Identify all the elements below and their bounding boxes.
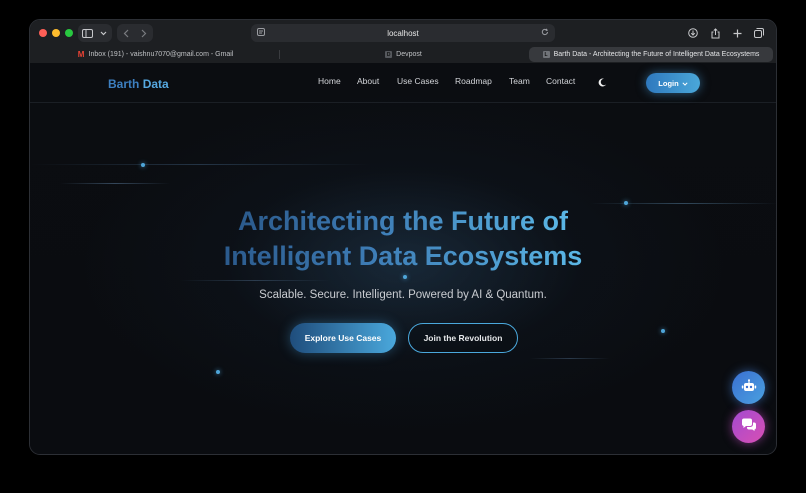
particle-dot bbox=[661, 329, 665, 333]
decor-line bbox=[530, 358, 610, 359]
chat-bubbles-icon bbox=[741, 418, 757, 435]
login-label: Login bbox=[658, 78, 679, 88]
tab-bar: M Inbox (191) - vaishnu7070@gmail.com - … bbox=[30, 46, 776, 63]
gmail-icon: M bbox=[77, 50, 85, 59]
toolbar-right bbox=[684, 24, 768, 42]
sidebar-icon[interactable] bbox=[78, 24, 96, 42]
nav-roadmap[interactable]: Roadmap bbox=[455, 76, 492, 86]
reload-icon[interactable] bbox=[541, 28, 549, 38]
chatbot-button[interactable] bbox=[732, 371, 765, 404]
devpost-icon: D bbox=[385, 51, 393, 58]
chevron-down-icon[interactable] bbox=[96, 24, 110, 42]
robot-icon bbox=[741, 379, 757, 396]
browser-window: localhost M Inbox (191) - vaishnu7070@gm… bbox=[29, 19, 777, 455]
history-nav-group bbox=[117, 24, 153, 42]
back-arrow-icon[interactable] bbox=[117, 24, 135, 42]
tab-label: Inbox (191) - vaishnu7070@gmail.com - Gm… bbox=[88, 51, 234, 58]
login-button[interactable]: Login bbox=[646, 73, 700, 93]
maximize-window-button[interactable] bbox=[65, 29, 73, 37]
minimize-window-button[interactable] bbox=[52, 29, 60, 37]
nav-team[interactable]: Team bbox=[509, 76, 530, 86]
forward-arrow-icon[interactable] bbox=[135, 24, 153, 42]
decor-line bbox=[180, 280, 330, 281]
hero-headline-line-2: Intelligent Data Ecosystems bbox=[223, 241, 583, 271]
hero-subtitle: Scalable. Secure. Intelligent. Powered b… bbox=[259, 289, 547, 301]
download-icon[interactable] bbox=[684, 24, 702, 42]
sidebar-toggle-group[interactable] bbox=[78, 24, 112, 42]
new-tab-plus-icon[interactable] bbox=[728, 24, 746, 42]
brand-name-primary: Barth bbox=[108, 77, 140, 91]
particle-dot bbox=[403, 275, 407, 279]
nav-use-cases[interactable]: Use Cases bbox=[397, 76, 439, 86]
tab-label: Devpost bbox=[396, 51, 422, 58]
barth-data-icon: L bbox=[542, 51, 550, 58]
share-icon[interactable] bbox=[706, 24, 724, 42]
explore-use-cases-button[interactable]: Explore Use Cases bbox=[290, 323, 396, 353]
brand-name-secondary: Data bbox=[142, 77, 169, 91]
address-text[interactable]: localhost bbox=[387, 29, 419, 38]
chat-button[interactable] bbox=[732, 410, 765, 443]
nav-home[interactable]: Home bbox=[318, 76, 341, 86]
tab-label: Barth Data - Architecting the Future of … bbox=[553, 51, 760, 58]
tab-devpost[interactable]: D Devpost bbox=[282, 47, 525, 62]
hero-headline-line-1: Architecting the Future of bbox=[238, 206, 568, 236]
join-revolution-button[interactable]: Join the Revolution bbox=[408, 323, 518, 353]
page-viewport: Barth Data Home About Use Cases Roadmap … bbox=[30, 63, 776, 454]
brand-logo[interactable]: Barth Data bbox=[108, 77, 169, 91]
nav-contact[interactable]: Contact bbox=[546, 76, 575, 86]
site-navbar: Barth Data Home About Use Cases Roadmap … bbox=[30, 63, 776, 103]
title-bar: localhost bbox=[30, 20, 776, 46]
particle-dot bbox=[141, 163, 145, 167]
tab-divider bbox=[279, 50, 280, 59]
page-settings-icon[interactable] bbox=[257, 28, 265, 38]
decor-line bbox=[30, 164, 370, 165]
particle-dot bbox=[216, 370, 220, 374]
moon-icon[interactable] bbox=[598, 78, 608, 88]
tab-overview-icon[interactable] bbox=[750, 24, 768, 42]
close-window-button[interactable] bbox=[39, 29, 47, 37]
nav-about[interactable]: About bbox=[357, 76, 379, 86]
tab-gmail[interactable]: M Inbox (191) - vaishnu7070@gmail.com - … bbox=[34, 47, 277, 62]
chevron-down-icon bbox=[682, 79, 688, 88]
tab-barth-data[interactable]: L Barth Data - Architecting the Future o… bbox=[529, 47, 773, 62]
address-bar[interactable]: localhost bbox=[251, 24, 555, 42]
decor-line bbox=[60, 183, 170, 184]
